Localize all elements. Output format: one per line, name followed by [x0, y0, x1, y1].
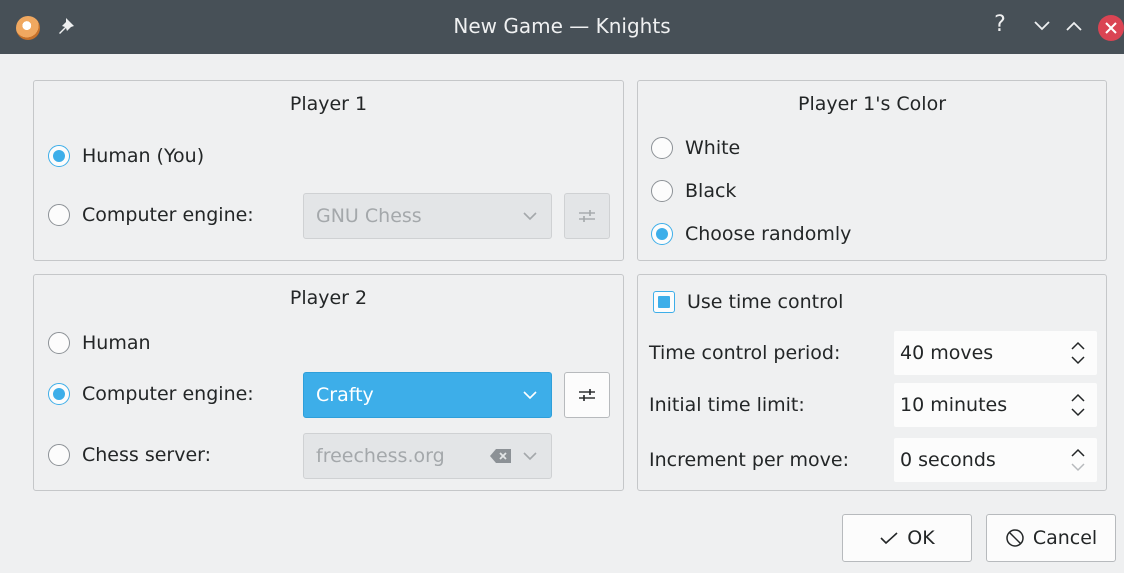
- player1-engine-value: GNU Chess: [316, 205, 422, 227]
- player2-engine-label: Computer engine:: [82, 383, 254, 405]
- chevron-down-icon: [523, 452, 537, 461]
- color-random-radio[interactable]: Choose randomly: [651, 223, 851, 245]
- time-limit-label: Initial time limit:: [649, 394, 805, 416]
- player2-engine-combo[interactable]: Crafty: [303, 372, 552, 418]
- checkmark-icon: [880, 532, 898, 545]
- radio-indicator: [651, 137, 673, 159]
- player1-engine-radio[interactable]: Computer engine:: [48, 204, 254, 226]
- color-white-label: White: [685, 137, 741, 159]
- cancel-button[interactable]: Cancel: [986, 514, 1116, 562]
- player2-engine-value: Crafty: [316, 384, 374, 406]
- player2-server-value: freechess.org: [316, 445, 445, 467]
- chevron-down-icon[interactable]: [1030, 18, 1054, 34]
- radio-indicator: [48, 145, 70, 167]
- radio-indicator: [651, 223, 673, 245]
- spin-arrows-icon[interactable]: [1069, 337, 1087, 369]
- player1-human-radio[interactable]: Human (You): [48, 145, 204, 167]
- color-white-radio[interactable]: White: [651, 137, 740, 159]
- time-limit-spinbox[interactable]: 10 minutes: [894, 383, 1097, 427]
- radio-indicator: [651, 180, 673, 202]
- cancel-icon: [1006, 529, 1024, 547]
- color-group: Player 1's Color White Black Choose rand…: [637, 80, 1107, 261]
- player2-configure-button[interactable]: [564, 372, 610, 418]
- increment-label: Increment per move:: [649, 449, 849, 471]
- clear-text-icon[interactable]: [489, 448, 513, 464]
- time-limit-value: 10 minutes: [900, 394, 1008, 416]
- close-icon: [1105, 22, 1117, 34]
- player1-group: Player 1 Human (You) Computer engine: GN…: [33, 80, 624, 261]
- ok-button[interactable]: OK: [842, 514, 972, 562]
- title-bar: New Game — Knights ?: [0, 0, 1124, 54]
- help-button[interactable]: ?: [990, 12, 1010, 37]
- sliders-icon: [579, 210, 595, 222]
- use-time-control-label: Use time control: [687, 291, 844, 313]
- increment-spinbox[interactable]: 0 seconds: [894, 438, 1097, 482]
- player2-server-label: Chess server:: [82, 444, 212, 466]
- player1-engine-combo[interactable]: GNU Chess: [303, 193, 552, 239]
- spin-arrows-icon[interactable]: [1069, 444, 1087, 476]
- player2-server-combo[interactable]: freechess.org: [303, 433, 552, 479]
- radio-indicator: [48, 383, 70, 405]
- player2-server-radio[interactable]: Chess server:: [48, 444, 211, 466]
- spin-arrows-icon[interactable]: [1069, 389, 1087, 421]
- radio-indicator: [48, 204, 70, 226]
- radio-indicator: [48, 332, 70, 354]
- player2-group: Player 2 Human Computer engine: Crafty C…: [33, 274, 624, 491]
- player2-title: Player 2: [289, 287, 368, 309]
- checkbox-indicator: [653, 291, 675, 313]
- time-period-value: 40 moves: [900, 342, 994, 364]
- player1-title: Player 1: [289, 93, 368, 115]
- chevron-down-icon: [523, 212, 537, 221]
- close-button[interactable]: [1098, 15, 1124, 41]
- sliders-icon: [579, 389, 595, 401]
- time-control-group: Use time control Time control period: 40…: [637, 274, 1107, 491]
- color-black-radio[interactable]: Black: [651, 180, 736, 202]
- player2-engine-radio[interactable]: Computer engine:: [48, 383, 254, 405]
- chevron-up-icon[interactable]: [1062, 18, 1086, 34]
- time-period-label: Time control period:: [649, 342, 841, 364]
- player2-human-label: Human: [82, 332, 151, 354]
- chevron-down-icon: [523, 391, 537, 400]
- use-time-control-checkbox[interactable]: Use time control: [653, 291, 843, 313]
- color-random-label: Choose randomly: [685, 223, 852, 245]
- player1-human-label: Human (You): [82, 145, 205, 167]
- player2-human-radio[interactable]: Human: [48, 332, 151, 354]
- ok-label: OK: [907, 527, 935, 549]
- cancel-label: Cancel: [1032, 527, 1098, 549]
- player1-engine-label: Computer engine:: [82, 204, 254, 226]
- increment-value: 0 seconds: [900, 449, 996, 471]
- time-period-spinbox[interactable]: 40 moves: [894, 331, 1097, 375]
- radio-indicator: [48, 444, 70, 466]
- color-title: Player 1's Color: [797, 93, 947, 115]
- player1-configure-button[interactable]: [564, 193, 610, 239]
- color-black-label: Black: [685, 180, 737, 202]
- window-title: New Game — Knights: [453, 14, 671, 38]
